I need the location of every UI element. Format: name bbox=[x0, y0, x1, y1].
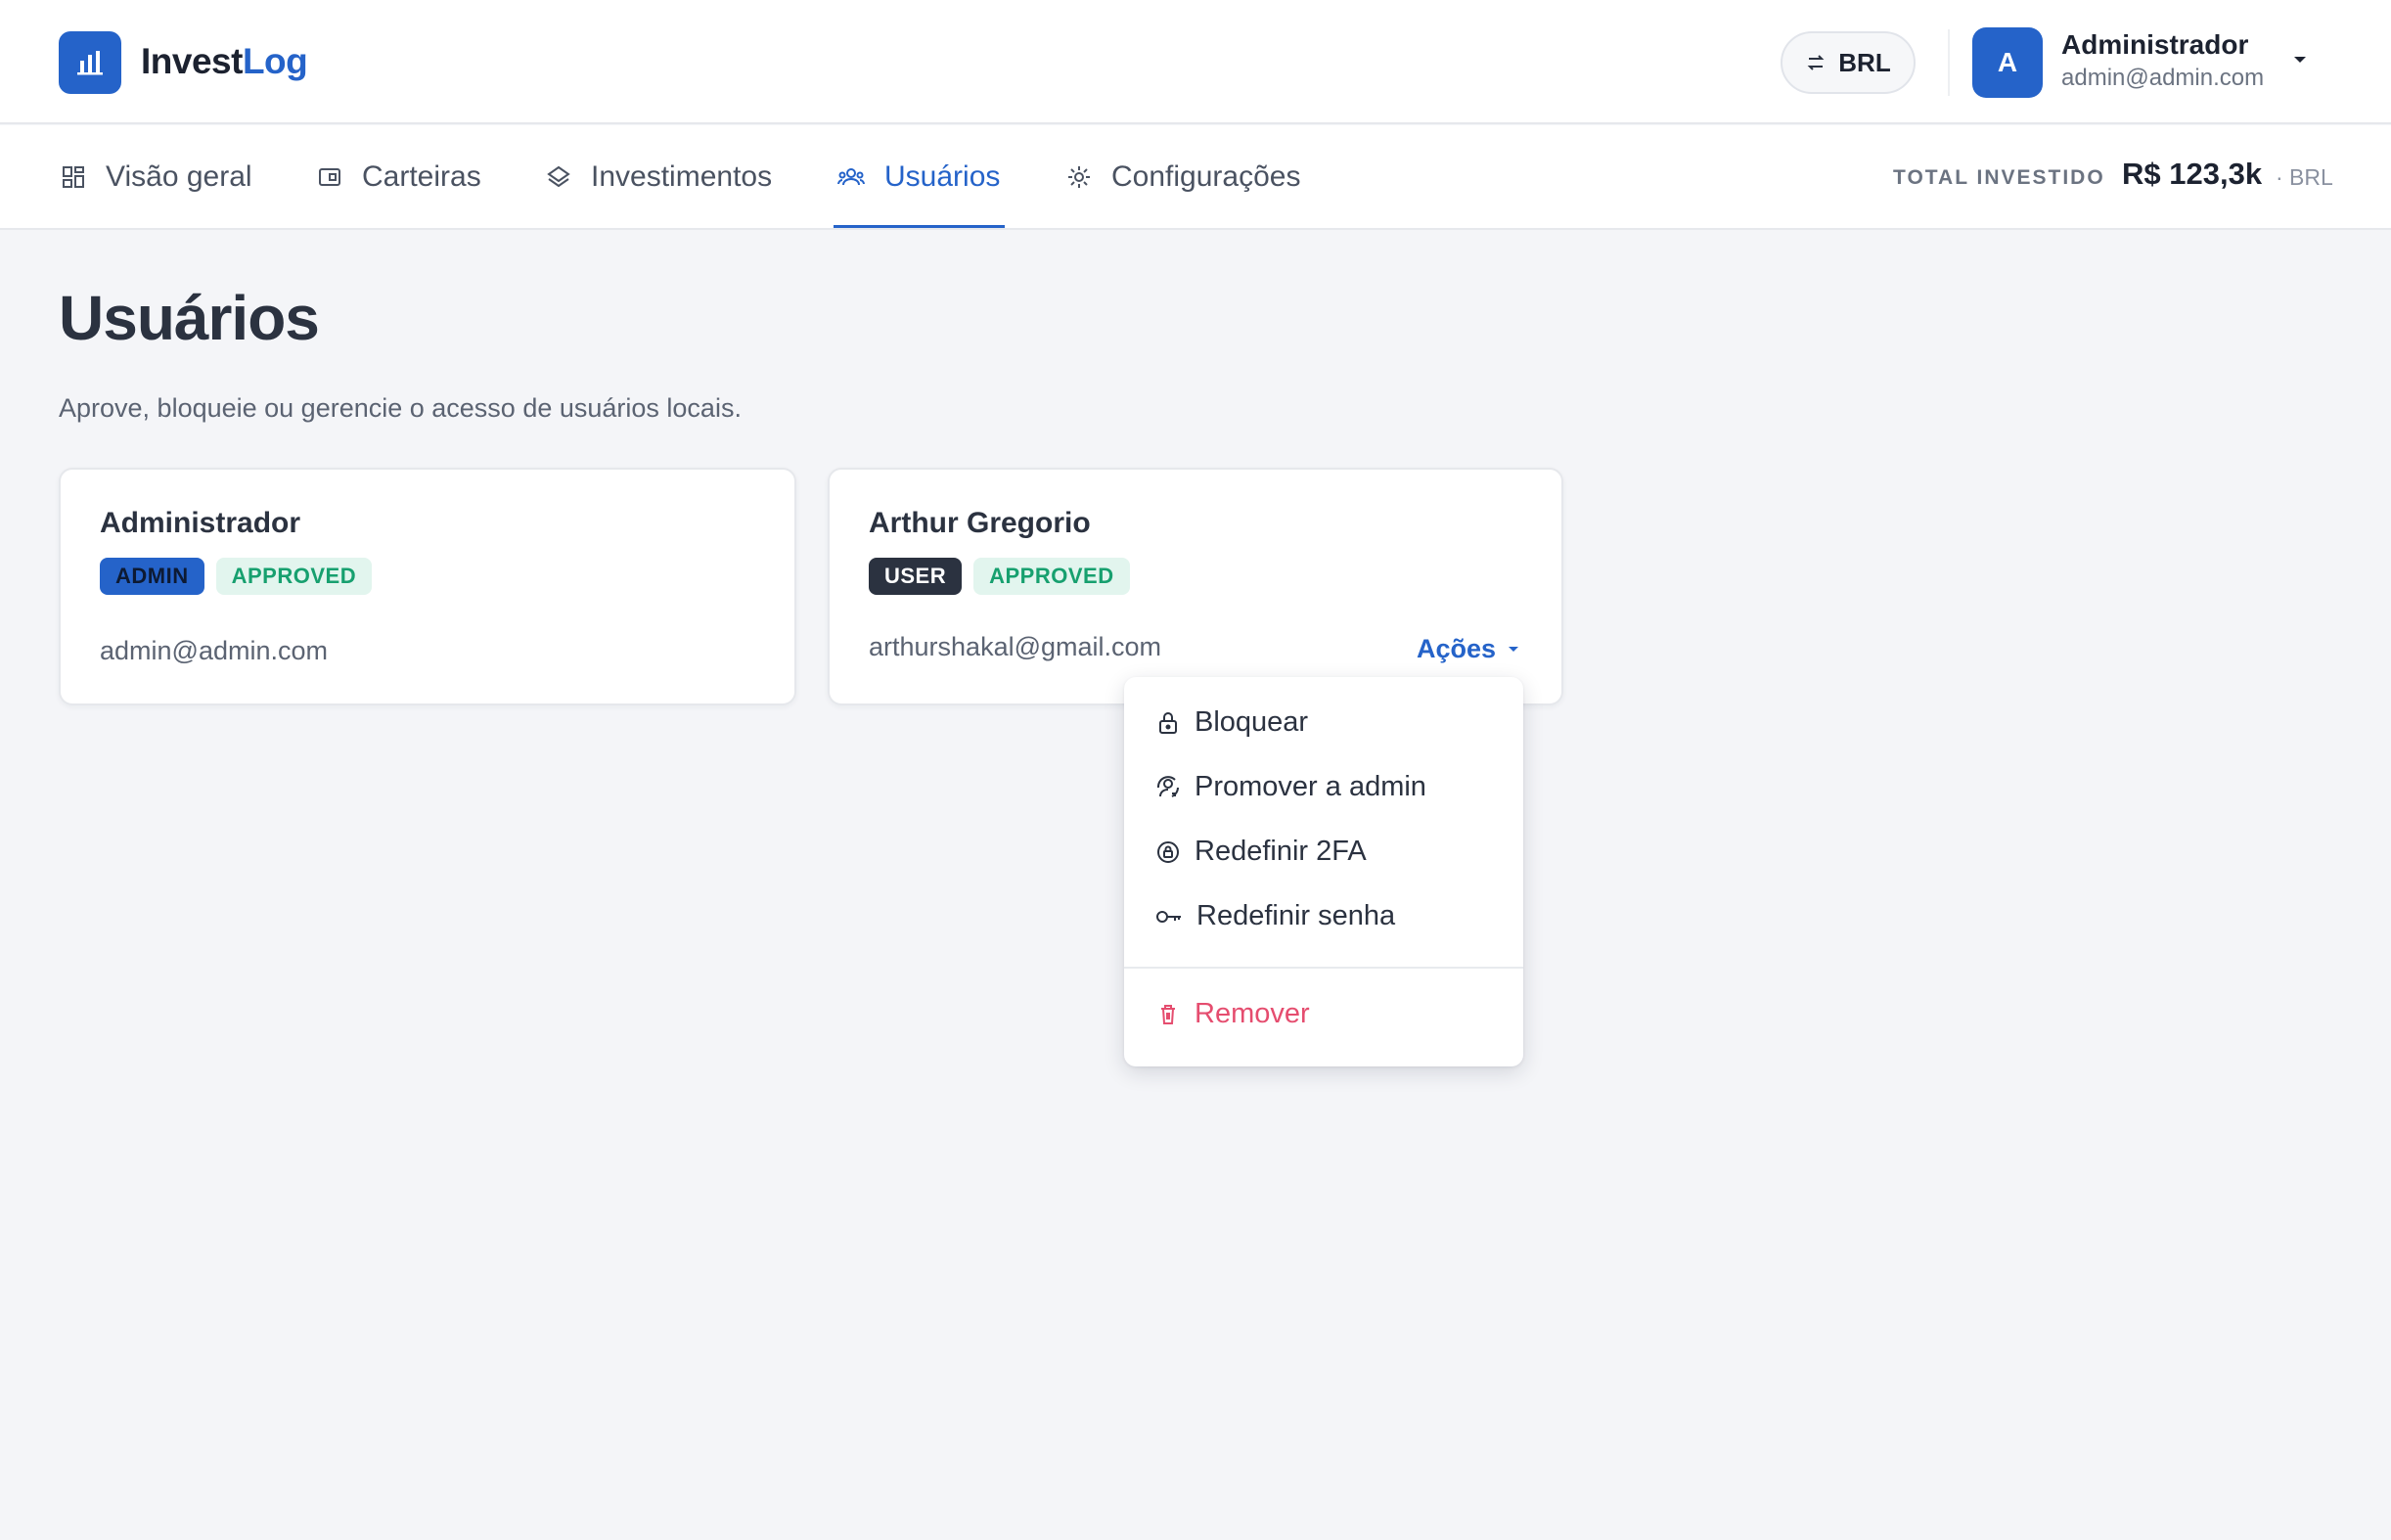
user-badges: USER APPROVED bbox=[869, 558, 1130, 595]
tab-investimentos[interactable]: Investimentos bbox=[546, 125, 772, 229]
user-card-email: admin@admin.com bbox=[100, 636, 328, 665]
promote-icon bbox=[1156, 775, 1179, 797]
top-header: InvestLog BRL A Administrador admin@admi… bbox=[0, 0, 2391, 124]
tab-visao-geral[interactable]: Visão geral bbox=[61, 125, 252, 229]
tab-configuracoes[interactable]: Configurações bbox=[1066, 125, 1300, 229]
menu-item-redefinir-2fa[interactable]: Redefinir 2FA bbox=[1155, 836, 1367, 868]
lock-icon bbox=[1159, 711, 1177, 734]
menu-item-bloquear[interactable]: Bloquear bbox=[1155, 706, 1308, 739]
currency-label: BRL bbox=[1838, 47, 1891, 77]
swap-icon bbox=[1807, 55, 1825, 70]
tab-label: Carteiras bbox=[362, 160, 481, 193]
tab-label: Configurações bbox=[1111, 160, 1301, 193]
brand-name[interactable]: InvestLog bbox=[141, 37, 308, 86]
key-icon bbox=[1156, 910, 1181, 923]
menu-item-remover[interactable]: Remover bbox=[1155, 998, 1310, 1030]
menu-item-promover-admin[interactable]: Promover a admin bbox=[1155, 771, 1426, 803]
actions-button[interactable]: Ações bbox=[1417, 634, 1519, 664]
page-title: Usuários bbox=[59, 283, 320, 353]
menu-item-label: Redefinir senha bbox=[1196, 900, 1396, 931]
user-card-email: arthurshakal@gmail.com bbox=[869, 632, 1162, 661]
avatar[interactable]: A bbox=[1972, 27, 2043, 98]
chevron-down-icon[interactable] bbox=[2292, 55, 2308, 65]
page-subtitle: Aprove, bloqueie ou gerencie o acesso de… bbox=[59, 393, 742, 423]
total-invested-currency: · BRL bbox=[2276, 164, 2333, 190]
total-invested-label: TOTAL INVESTIDO bbox=[1893, 166, 2105, 189]
user-badges: ADMIN APPROVED bbox=[100, 558, 373, 595]
status-badge: APPROVED bbox=[973, 558, 1130, 595]
gear-icon bbox=[1068, 166, 1090, 188]
tab-label: Visão geral bbox=[106, 160, 252, 193]
menu-item-label: Promover a admin bbox=[1195, 771, 1426, 802]
layers-icon bbox=[547, 165, 570, 188]
currency-toggle-button[interactable]: BRL bbox=[1781, 31, 1916, 94]
user-card: Arthur Gregorio USER APPROVED arthurshak… bbox=[828, 468, 1563, 705]
menu-divider bbox=[1124, 967, 1523, 969]
dashboard-icon bbox=[63, 166, 84, 188]
actions-menu: Bloquear Promover a admin Redefinir 2FA … bbox=[1124, 677, 1523, 1066]
wallet-icon bbox=[319, 168, 340, 186]
active-tab-indicator bbox=[834, 225, 1005, 228]
tab-label: Investimentos bbox=[591, 160, 773, 193]
menu-item-label: Remover bbox=[1195, 998, 1310, 1029]
user-card-name: Administrador bbox=[100, 507, 301, 539]
role-badge: ADMIN bbox=[100, 558, 204, 595]
total-invested-value: R$ 123,3k bbox=[2122, 157, 2263, 191]
divider bbox=[1948, 29, 1950, 96]
user-card: Administrador ADMIN APPROVED admin@admin… bbox=[59, 468, 796, 705]
menu-item-label: Bloquear bbox=[1195, 706, 1309, 738]
menu-item-label: Redefinir 2FA bbox=[1195, 836, 1367, 867]
menu-item-redefinir-senha[interactable]: Redefinir senha bbox=[1155, 900, 1395, 932]
logo-icon[interactable] bbox=[59, 31, 121, 94]
tab-label: Usuários bbox=[884, 160, 1001, 193]
trash-icon bbox=[1161, 1004, 1175, 1024]
actions-label: Ações bbox=[1417, 634, 1497, 663]
tab-usuarios[interactable]: Usuários bbox=[837, 125, 1000, 229]
chevron-down-icon bbox=[1509, 646, 1519, 652]
user-name[interactable]: Administrador bbox=[2061, 29, 2248, 61]
tab-carteiras[interactable]: Carteiras bbox=[317, 125, 481, 229]
users-icon bbox=[837, 168, 865, 186]
user-email: admin@admin.com bbox=[2061, 65, 2265, 91]
status-badge: APPROVED bbox=[215, 558, 373, 595]
role-badge: USER bbox=[869, 558, 963, 595]
reset-2fa-icon bbox=[1157, 840, 1179, 863]
user-card-name: Arthur Gregorio bbox=[869, 507, 1091, 539]
